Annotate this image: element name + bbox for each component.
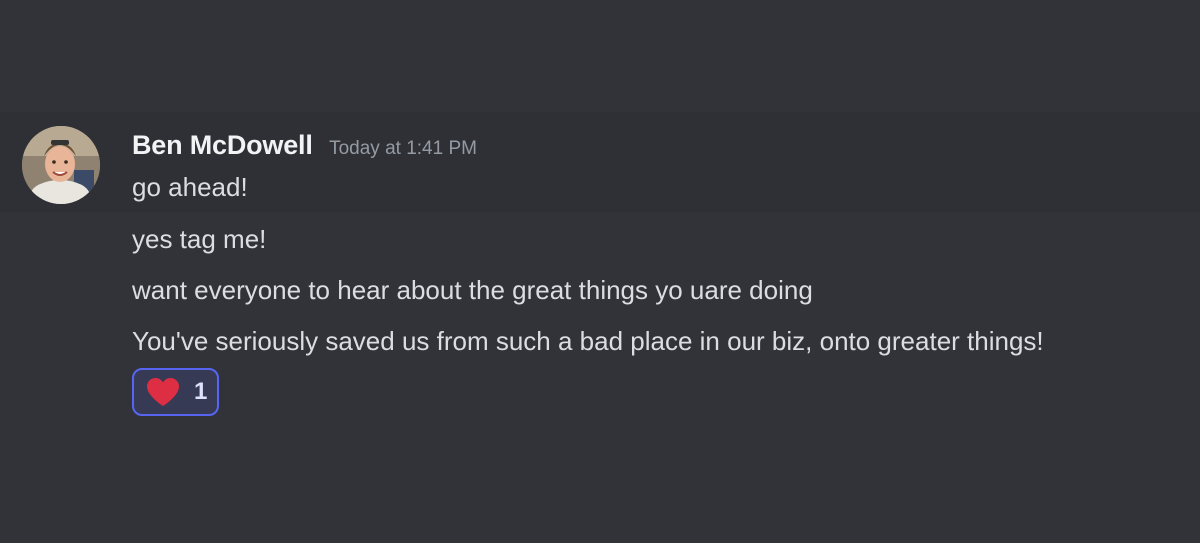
chat-area: Ben McDowell Today at 1:41 PM go ahead! … [0,0,1200,543]
avatar-photo [22,126,100,204]
username[interactable]: Ben McDowell [132,130,313,160]
message-text: You've seriously saved us from such a ba… [132,326,1044,356]
reaction-count: 1 [194,378,208,405]
message-text: yes tag me! [132,224,267,254]
message-text: go ahead! [132,172,248,202]
message-group: Ben McDowell Today at 1:41 PM go ahead! … [0,112,1200,416]
timestamp[interactable]: Today at 1:41 PM [329,138,477,159]
reaction-button[interactable]: 1 [132,368,219,416]
message-first-row: Ben McDowell Today at 1:41 PM go ahead! [0,112,1200,212]
message-header: Ben McDowell Today at 1:41 PM [132,130,477,161]
avatar[interactable] [22,126,100,204]
message-text: want everyone to hear about the great th… [132,275,813,305]
heart-icon [147,378,179,406]
